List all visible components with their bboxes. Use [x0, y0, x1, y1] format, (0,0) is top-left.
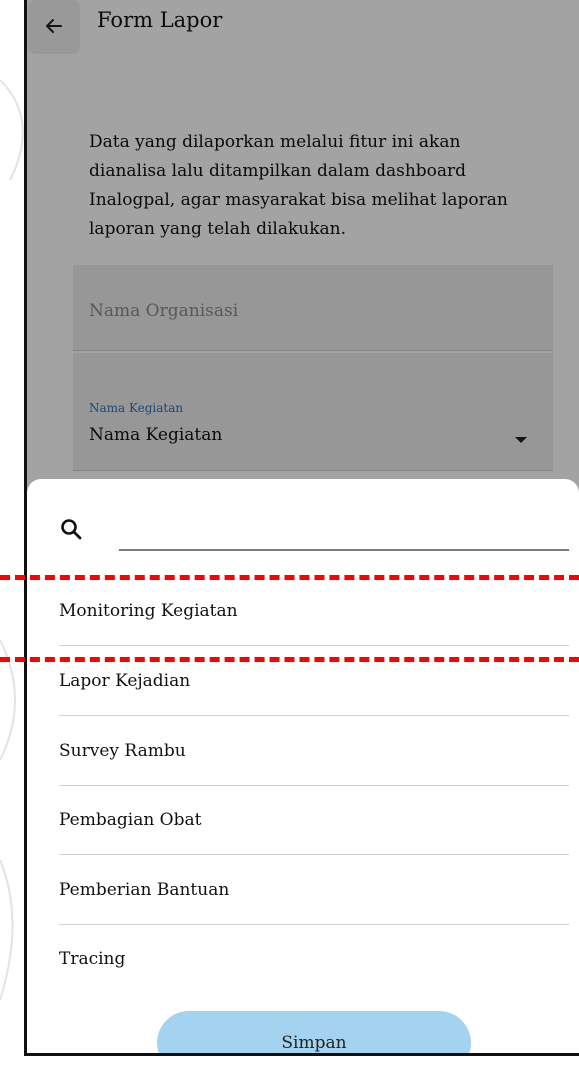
highlight-dashed-line-bottom: [0, 657, 579, 662]
highlight-dashed-line-top: [0, 575, 579, 580]
option-pembagian-obat[interactable]: Pembagian Obat: [59, 785, 569, 855]
option-bottom-sheet: Monitoring Kegiatan Lapor Kejadian Surve…: [27, 479, 579, 1053]
option-survey-rambu[interactable]: Survey Rambu: [59, 716, 569, 786]
option-pemberian-bantuan[interactable]: Pemberian Bantuan: [59, 855, 569, 925]
app-screen: Form Lapor Data yang dilaporkan melalui …: [24, 0, 579, 1056]
search-input[interactable]: [119, 515, 573, 549]
search-icon: [61, 519, 82, 540]
option-tracing[interactable]: Tracing: [59, 924, 569, 994]
save-button[interactable]: Simpan: [157, 1011, 471, 1053]
option-monitoring-kegiatan[interactable]: Monitoring Kegiatan: [59, 576, 569, 646]
search-underline: [119, 549, 569, 551]
